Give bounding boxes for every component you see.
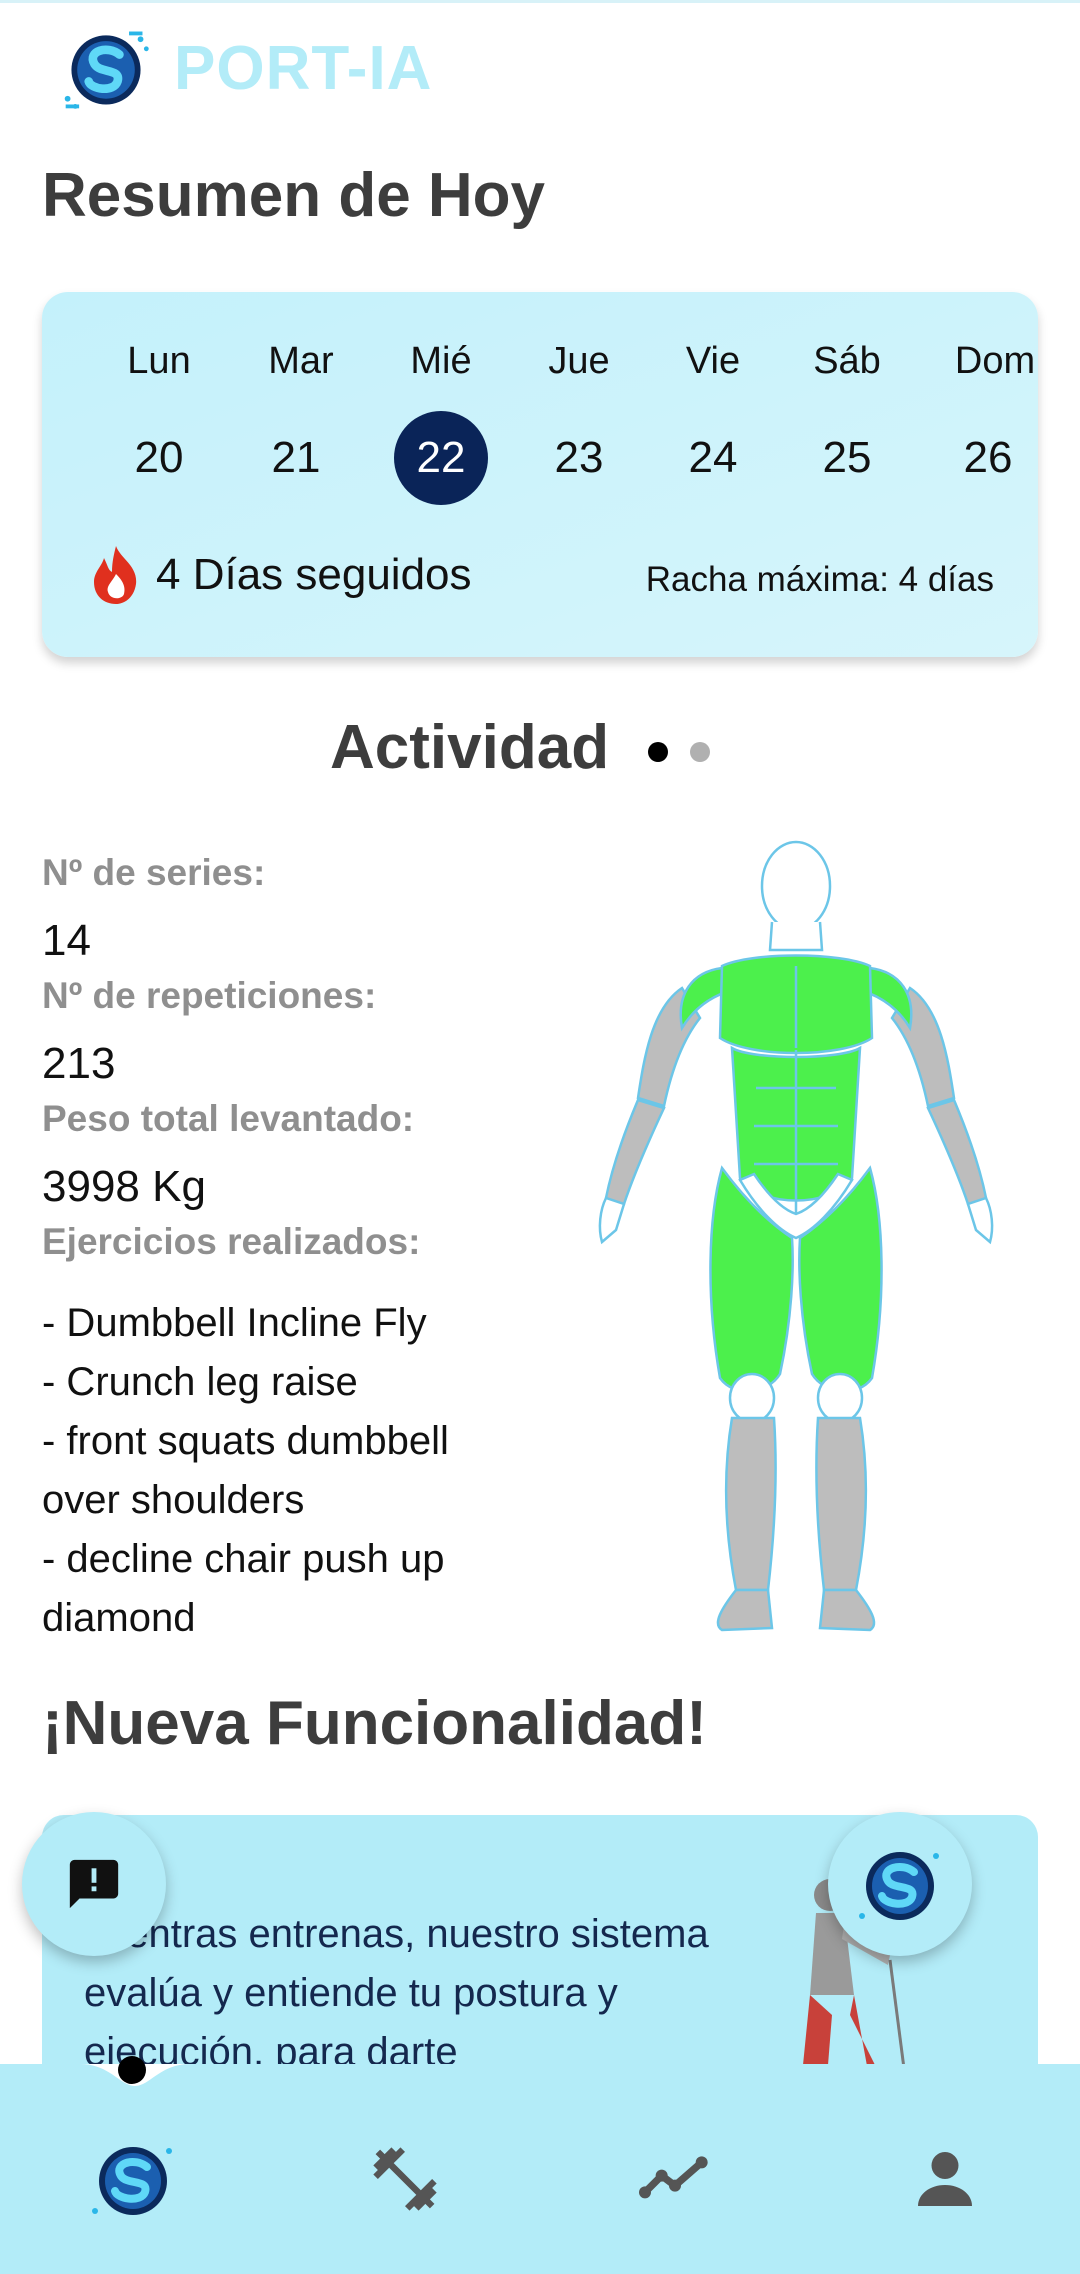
profile-icon (918, 2152, 972, 2206)
day-number: 26 (963, 433, 1013, 482)
page-indicator-dot[interactable] (690, 742, 710, 762)
top-divider (0, 0, 1080, 3)
list-item: - Crunch leg raise (42, 1360, 358, 1404)
nav-progress[interactable] (620, 2124, 730, 2234)
day-number: 24 (688, 433, 738, 482)
new-feature-title: ¡Nueva Funcionalidad! (42, 1689, 707, 1758)
nav-workouts[interactable] (350, 2124, 460, 2234)
exercises-label: Ejercicios realizados: (42, 1221, 421, 1262)
day-number: 20 (134, 433, 184, 482)
day-wed[interactable]: Mié 22 (376, 340, 506, 505)
nav-profile[interactable] (890, 2124, 1000, 2234)
day-mon[interactable]: Lun 20 (94, 340, 224, 505)
streak-count: 4 Días seguidos (156, 550, 472, 599)
day-name: Mar (268, 340, 334, 382)
exercise-list: - Dumbbell Incline Fly - Crunch leg rais… (42, 1294, 502, 1648)
day-tue[interactable]: Mar 21 (236, 340, 366, 505)
weight-value: 3998 Kg (42, 1162, 206, 1211)
day-sat[interactable]: Sáb 25 (782, 340, 912, 505)
reps-value: 213 (42, 1039, 116, 1088)
day-name: Mié (410, 340, 472, 382)
nav-home[interactable] (78, 2124, 188, 2234)
series-label: Nº de series: (42, 852, 266, 893)
day-name: Sáb (813, 340, 881, 382)
streak-row: 4 Días seguidos (90, 544, 472, 606)
selected-day-number: 22 (394, 411, 488, 505)
brand-name: PORT-IA (174, 33, 433, 103)
dumbbell-icon (373, 2147, 437, 2211)
new-feature-text: Mientras entrenas, nuestro sistema evalú… (84, 1912, 709, 2074)
list-item: - Dumbbell Incline Fly (42, 1301, 427, 1345)
day-number: 23 (554, 433, 604, 482)
weight-label: Peso total levantado: (42, 1098, 415, 1139)
bottom-navigation (0, 2064, 1080, 2274)
day-thu[interactable]: Jue 23 (514, 340, 644, 505)
day-name: Jue (548, 340, 610, 382)
muscle-map-figure (598, 840, 994, 1632)
day-number: 21 (271, 433, 321, 482)
list-item: - decline chair push up diamond (42, 1537, 445, 1640)
nav-active-indicator (118, 2056, 146, 2084)
app-header: PORT-IA (58, 20, 432, 116)
app-logo-icon (64, 31, 149, 109)
max-streak: Racha máxima: 4 días (645, 560, 994, 599)
day-name: Lun (127, 340, 191, 382)
day-name: Dom (954, 340, 1036, 382)
list-item: - front squats dumbbell over shoulders (42, 1419, 449, 1522)
day-fri[interactable]: Vie 24 (648, 340, 778, 505)
series-value: 14 (42, 916, 91, 965)
flame-icon (94, 546, 137, 604)
page-indicator-dot-active[interactable] (648, 742, 668, 762)
day-sun[interactable]: Dom 26 (930, 340, 1060, 505)
feedback-icon (69, 1859, 119, 1909)
page-title: Resumen de Hoy (42, 161, 546, 230)
app-logo-icon (859, 1852, 939, 1920)
assistant-button[interactable] (828, 1812, 972, 1956)
progress-chart-icon (639, 2156, 708, 2199)
day-number: 25 (822, 433, 872, 482)
day-name: Vie (685, 340, 741, 382)
week-calendar-card: Lun 20 Mar 21 Mié 22 Jue 23 Vie 24 Sáb 2… (42, 292, 1038, 657)
home-logo-icon (92, 2147, 172, 2215)
activity-title: Actividad (330, 713, 610, 782)
feedback-button[interactable] (22, 1812, 166, 1956)
reps-label: Nº de repeticiones: (42, 975, 377, 1016)
